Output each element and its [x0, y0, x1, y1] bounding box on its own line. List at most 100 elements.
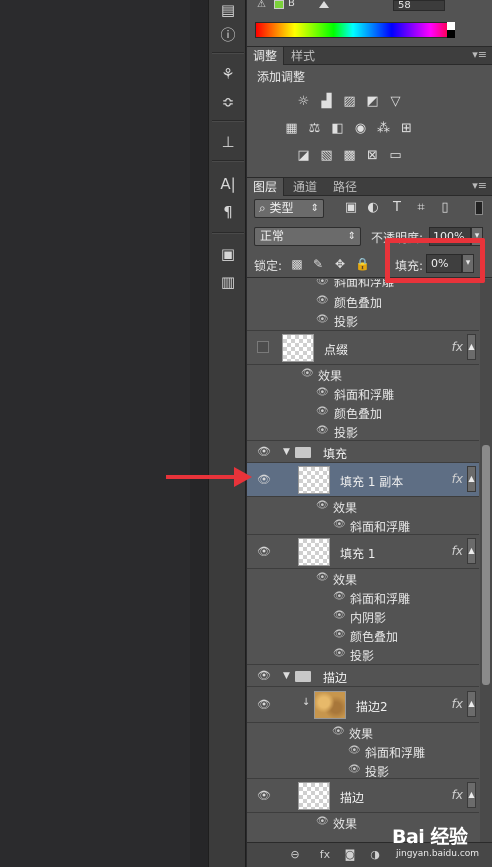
brush-settings-icon[interactable]: ≎ — [218, 92, 238, 112]
layer-row-stroke2[interactable]: 👁 ↓ 描边2 fx ▲ — [247, 687, 479, 723]
tab-adjustments[interactable]: 调整 — [247, 47, 285, 65]
vibrance-icon[interactable]: ▽ — [387, 93, 404, 110]
expand-effects-icon[interactable]: ▲ — [467, 466, 476, 492]
opacity-dropdown-icon[interactable]: ▾ — [471, 227, 483, 246]
exposure-icon[interactable]: ◩ — [364, 93, 381, 110]
layer-name[interactable]: 填充 1 — [340, 545, 375, 562]
paragraph-icon[interactable]: ¶ — [218, 202, 238, 222]
expand-effects-icon[interactable]: ▲ — [467, 782, 476, 808]
threshold-icon[interactable]: ▩ — [341, 147, 358, 164]
history-icon[interactable]: ▤ — [218, 0, 238, 20]
layers-scrollbar-thumb[interactable] — [482, 445, 490, 685]
eye-icon[interactable]: 👁 — [257, 669, 271, 683]
layer-row-stroke[interactable]: 👁 描边 fx ▲ — [247, 779, 479, 813]
black-swatch[interactable] — [447, 30, 455, 38]
lock-all-icon[interactable]: 🔒 — [355, 257, 370, 271]
layer-row-fill1[interactable]: 👁 填充 1 fx ▲ — [247, 535, 479, 569]
slider-handle-icon[interactable] — [319, 1, 329, 8]
eye-icon[interactable]: 👁 — [257, 445, 271, 459]
channel-mixer-icon[interactable]: ⁂ — [375, 120, 392, 137]
foreground-swatch[interactable] — [274, 0, 284, 9]
info-icon[interactable]: ⓘ — [218, 24, 238, 44]
visibility-toggle[interactable] — [257, 341, 269, 353]
fx-badge[interactable]: fx — [452, 472, 463, 486]
hue-saturation-icon[interactable]: ▦ — [283, 120, 300, 137]
eye-icon[interactable]: 👁 — [348, 745, 361, 756]
notes-icon[interactable]: ▣ — [218, 244, 238, 264]
photo-filter-icon[interactable]: ◉ — [352, 120, 369, 137]
eye-icon[interactable]: 👁 — [316, 387, 329, 398]
fill-dropdown-icon[interactable]: ▾ — [462, 254, 474, 273]
expand-effects-icon[interactable]: ▲ — [467, 538, 476, 564]
fx-badge[interactable]: fx — [452, 340, 463, 354]
curves-icon[interactable]: ▨ — [341, 93, 358, 110]
twirl-down-icon[interactable]: ▼ — [283, 671, 290, 681]
expand-effects-icon[interactable]: ▲ — [467, 691, 476, 717]
layer-row-dianzhui[interactable]: 点缀 fx ▲ — [247, 331, 479, 365]
panel-menu-icon[interactable]: ▾≡ — [472, 48, 487, 61]
layer-name[interactable]: 填充 1 副本 — [340, 473, 403, 490]
eye-icon[interactable]: 👁 — [316, 572, 329, 583]
eye-icon[interactable]: 👁 — [332, 726, 345, 737]
fx-badge[interactable]: fx — [452, 697, 463, 711]
pixel-filter-icon[interactable]: ▣ — [343, 200, 359, 216]
selective-color-icon[interactable]: ⊠ — [364, 147, 381, 164]
invert-icon[interactable]: ◪ — [295, 147, 312, 164]
eye-icon[interactable]: 👁 — [257, 473, 271, 487]
eye-icon[interactable]: 👁 — [316, 314, 329, 325]
link-layers-icon[interactable]: ⊖ — [287, 847, 303, 863]
eye-icon[interactable]: 👁 — [257, 698, 271, 712]
lock-paint-icon[interactable]: ✎ — [311, 257, 325, 271]
clone-source-icon[interactable]: ⊥ — [218, 132, 238, 152]
tab-channels[interactable]: 通道 — [287, 178, 323, 196]
white-swatch[interactable] — [447, 22, 455, 30]
brush-presets-icon[interactable]: ⚘ — [218, 64, 238, 84]
kind-filter-select[interactable]: ⌕ 类型 ⇕ — [254, 199, 324, 218]
eye-icon[interactable]: 👁 — [257, 545, 271, 559]
color-spectrum[interactable] — [255, 22, 451, 38]
shape-filter-icon[interactable]: ⌗ — [413, 200, 429, 216]
posterize-icon[interactable]: ▧ — [318, 147, 335, 164]
blend-mode-select[interactable]: 正常 ⇕ — [254, 227, 361, 246]
group-name[interactable]: 描边 — [323, 669, 347, 686]
eye-icon[interactable]: 👁 — [316, 500, 329, 511]
color-lookup-icon[interactable]: ⊞ — [398, 120, 415, 137]
layer-name[interactable]: 描边 — [340, 789, 364, 806]
tab-paths[interactable]: 路径 — [327, 178, 363, 196]
panel-menu-icon[interactable]: ▾≡ — [472, 179, 487, 192]
eye-icon[interactable]: 👁 — [333, 648, 346, 659]
fx-badge[interactable]: fx — [452, 544, 463, 558]
type-filter-icon[interactable]: T — [389, 200, 405, 216]
expand-effects-icon[interactable]: ▲ — [467, 334, 476, 360]
lock-position-icon[interactable]: ✥ — [333, 257, 347, 271]
eye-icon[interactable]: 👁 — [333, 629, 346, 640]
eye-icon[interactable]: 👁 — [316, 406, 329, 417]
black-white-icon[interactable]: ◧ — [329, 120, 346, 137]
eye-icon[interactable]: 👁 — [316, 816, 329, 827]
color-balance-icon[interactable]: ⚖ — [306, 120, 323, 137]
eye-icon[interactable]: 👁 — [348, 764, 361, 775]
b-value-field[interactable]: 58 — [393, 0, 445, 11]
layer-row-fill-copy[interactable]: 👁 填充 1 副本 fx ▲ — [247, 463, 479, 497]
layer-name[interactable]: 点缀 — [324, 341, 348, 358]
lock-transparent-icon[interactable]: ▩ — [290, 257, 304, 271]
layer-group-fill[interactable]: 👁 ▼ 填充 — [247, 441, 479, 463]
canvas-area[interactable] — [0, 0, 190, 867]
eye-icon[interactable]: 👁 — [333, 591, 346, 602]
group-name[interactable]: 填充 — [323, 445, 347, 462]
add-mask-icon[interactable]: ◙ — [342, 847, 358, 863]
new-adjustment-icon[interactable]: ◑ — [367, 847, 383, 863]
smart-object-filter-icon[interactable]: ▯ — [437, 200, 453, 216]
tab-layers[interactable]: 图层 — [247, 178, 285, 196]
eye-icon[interactable]: 👁 — [316, 295, 329, 306]
eye-icon[interactable]: 👁 — [333, 519, 346, 530]
eye-icon[interactable]: 👁 — [316, 425, 329, 436]
gradient-map-icon[interactable]: ▭ — [387, 147, 404, 164]
brightness-icon[interactable]: ☼ — [295, 93, 312, 110]
eye-icon[interactable]: 👁 — [257, 789, 271, 803]
properties-icon[interactable]: ▥ — [218, 272, 238, 292]
fill-field[interactable]: 0% — [426, 254, 462, 273]
twirl-down-icon[interactable]: ▼ — [283, 447, 290, 457]
opacity-field[interactable]: 100% — [429, 227, 471, 246]
adjustment-filter-icon[interactable]: ◐ — [365, 200, 381, 216]
